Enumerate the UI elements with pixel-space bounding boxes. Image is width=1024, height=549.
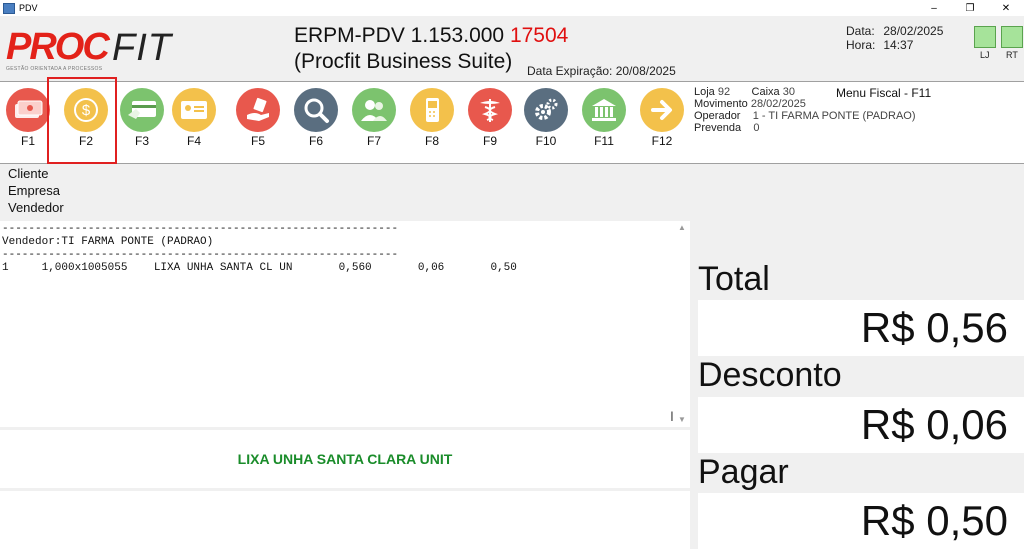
f10-button[interactable]: F10 xyxy=(522,88,570,154)
desconto-value: R$ 0,06 xyxy=(698,397,1024,453)
scroll-down-arrow-icon[interactable]: ▼ xyxy=(678,415,686,424)
f8-button[interactable]: F8 xyxy=(408,88,456,154)
date-label: Data: xyxy=(846,24,875,38)
datetime-box: Data: 28/02/2025 Hora: 14:37 xyxy=(846,24,943,52)
caixa-value: 30 xyxy=(782,86,795,98)
mobile-phone-icon xyxy=(410,88,454,132)
prevenda-value: 0 xyxy=(753,122,760,134)
f4-button[interactable]: F4 xyxy=(170,88,218,154)
close-button[interactable]: ✕ xyxy=(988,0,1024,16)
f11-button[interactable]: F11 xyxy=(580,88,628,154)
f6-label: F6 xyxy=(308,134,323,148)
text-cursor-icon: I xyxy=(670,408,674,424)
time-label: Hora: xyxy=(846,38,876,52)
lj-status-indicator xyxy=(974,26,996,48)
f6-button[interactable]: F6 xyxy=(292,88,340,154)
f3-label: F3 xyxy=(134,134,149,148)
app-subtitle: (Procfit Business Suite) xyxy=(294,50,513,73)
loja-value: 92 xyxy=(717,86,731,98)
time-value: 14:37 xyxy=(883,38,914,52)
logo-fit: FIT xyxy=(112,27,172,69)
f9-label: F9 xyxy=(482,134,497,148)
total-value: R$ 0,56 xyxy=(698,300,1024,356)
window-title: PDV xyxy=(19,3,38,13)
f11-label: F11 xyxy=(594,134,614,148)
f12-button[interactable]: F12 xyxy=(638,88,686,154)
logo-slogan: GESTÃO ORIENTADA A PROCESSOS xyxy=(6,66,103,72)
restore-button[interactable]: ❐ xyxy=(952,0,988,16)
f9-button[interactable]: F9 xyxy=(466,88,514,154)
search-icon xyxy=(294,88,338,132)
f5-label: F5 xyxy=(250,134,265,148)
id-card-icon xyxy=(172,88,216,132)
receipt-separator: ----------------------------------------… xyxy=(2,223,399,235)
movimento-value: 28/02/2025 xyxy=(750,98,806,110)
movimento-label: Movimento xyxy=(694,98,748,110)
receipt-scrollbar[interactable]: ▲ ▼ xyxy=(678,221,690,427)
operador-label: Operador xyxy=(694,110,741,122)
f7-label: F7 xyxy=(366,134,381,148)
cash-money-icon xyxy=(6,88,50,132)
f7-button[interactable]: F7 xyxy=(350,88,398,154)
card-payment-icon xyxy=(120,88,164,132)
empresa-label[interactable]: Empresa xyxy=(8,182,64,199)
f3-button[interactable]: F3 xyxy=(118,88,166,154)
arrow-right-icon xyxy=(640,88,684,132)
procfit-logo: PROC FIT GESTÃO ORIENTADA A PROCESSOS xyxy=(4,26,184,76)
total-label: Total xyxy=(698,260,770,298)
f12-label: F12 xyxy=(651,134,673,148)
app-version: ERPM-PDV 1.153.000 xyxy=(294,24,505,47)
f4-label: F4 xyxy=(186,134,201,148)
product-display: LIXA UNHA SANTA CLARA UNIT xyxy=(0,430,690,488)
f1-label: F1 xyxy=(20,134,35,148)
app-build: 17504 xyxy=(509,24,569,47)
desconto-label: Desconto xyxy=(698,356,842,394)
scroll-up-arrow-icon[interactable]: ▲ xyxy=(678,223,686,232)
gears-icon xyxy=(524,88,568,132)
users-icon xyxy=(352,88,396,132)
app-icon xyxy=(3,2,15,14)
app-title: ERPM-PDV 1.153.000 17504 xyxy=(294,24,568,48)
operador-value: 1 - TI FARMA PONTE (PADRAO) xyxy=(752,110,916,122)
vendedor-label[interactable]: Vendedor xyxy=(8,199,64,216)
hand-pay-icon xyxy=(236,88,280,132)
rt-status-indicator xyxy=(1001,26,1023,48)
product-name: LIXA UNHA SANTA CLARA UNIT xyxy=(237,451,453,467)
bank-icon xyxy=(582,88,626,132)
receipt-vendedor: Vendedor:TI FARMA PONTE (PADRAO) xyxy=(2,236,214,248)
f2-highlight-frame xyxy=(47,77,117,164)
title-bar: PDV – ❐ ✕ xyxy=(0,0,1024,16)
cliente-label[interactable]: Cliente xyxy=(8,165,64,182)
caduceus-icon xyxy=(468,88,512,132)
pagar-value: R$ 0,50 xyxy=(698,493,1024,549)
prevenda-label: Prevenda xyxy=(694,122,742,134)
header: PROC FIT GESTÃO ORIENTADA A PROCESSOS ER… xyxy=(0,16,1024,82)
f5-button[interactable]: F5 xyxy=(234,88,282,154)
function-toolbar: F1 $ F2 F3 F4 F5 F6 F7 F8 F9 F10 F11 F12… xyxy=(0,82,1024,164)
loja-label: Loja xyxy=(694,86,715,98)
receipt-panel[interactable]: ----------------------------------------… xyxy=(0,221,690,427)
receipt-item-line: 1 1,000x1005055 LIXA UNHA SANTA CL UN 0,… xyxy=(2,262,517,274)
minimize-button[interactable]: – xyxy=(916,0,952,16)
logo-proc: PROC xyxy=(6,26,110,68)
caixa-label: Caixa xyxy=(751,86,780,98)
input-area[interactable] xyxy=(0,491,690,549)
expiry-date: Data Expiração: 20/08/2025 xyxy=(527,64,676,78)
date-value: 28/02/2025 xyxy=(883,24,944,38)
customer-info: Cliente Empresa Vendedor xyxy=(8,165,64,216)
f10-label: F10 xyxy=(535,134,557,148)
receipt-separator: ----------------------------------------… xyxy=(2,249,399,261)
f8-label: F8 xyxy=(424,134,439,148)
pagar-label: Pagar xyxy=(698,453,789,491)
f1-button[interactable]: F1 xyxy=(4,88,52,154)
lj-label: LJ xyxy=(980,50,990,60)
menu-fiscal-link[interactable]: Menu Fiscal - F11 xyxy=(836,86,931,100)
rt-label: RT xyxy=(1006,50,1018,60)
